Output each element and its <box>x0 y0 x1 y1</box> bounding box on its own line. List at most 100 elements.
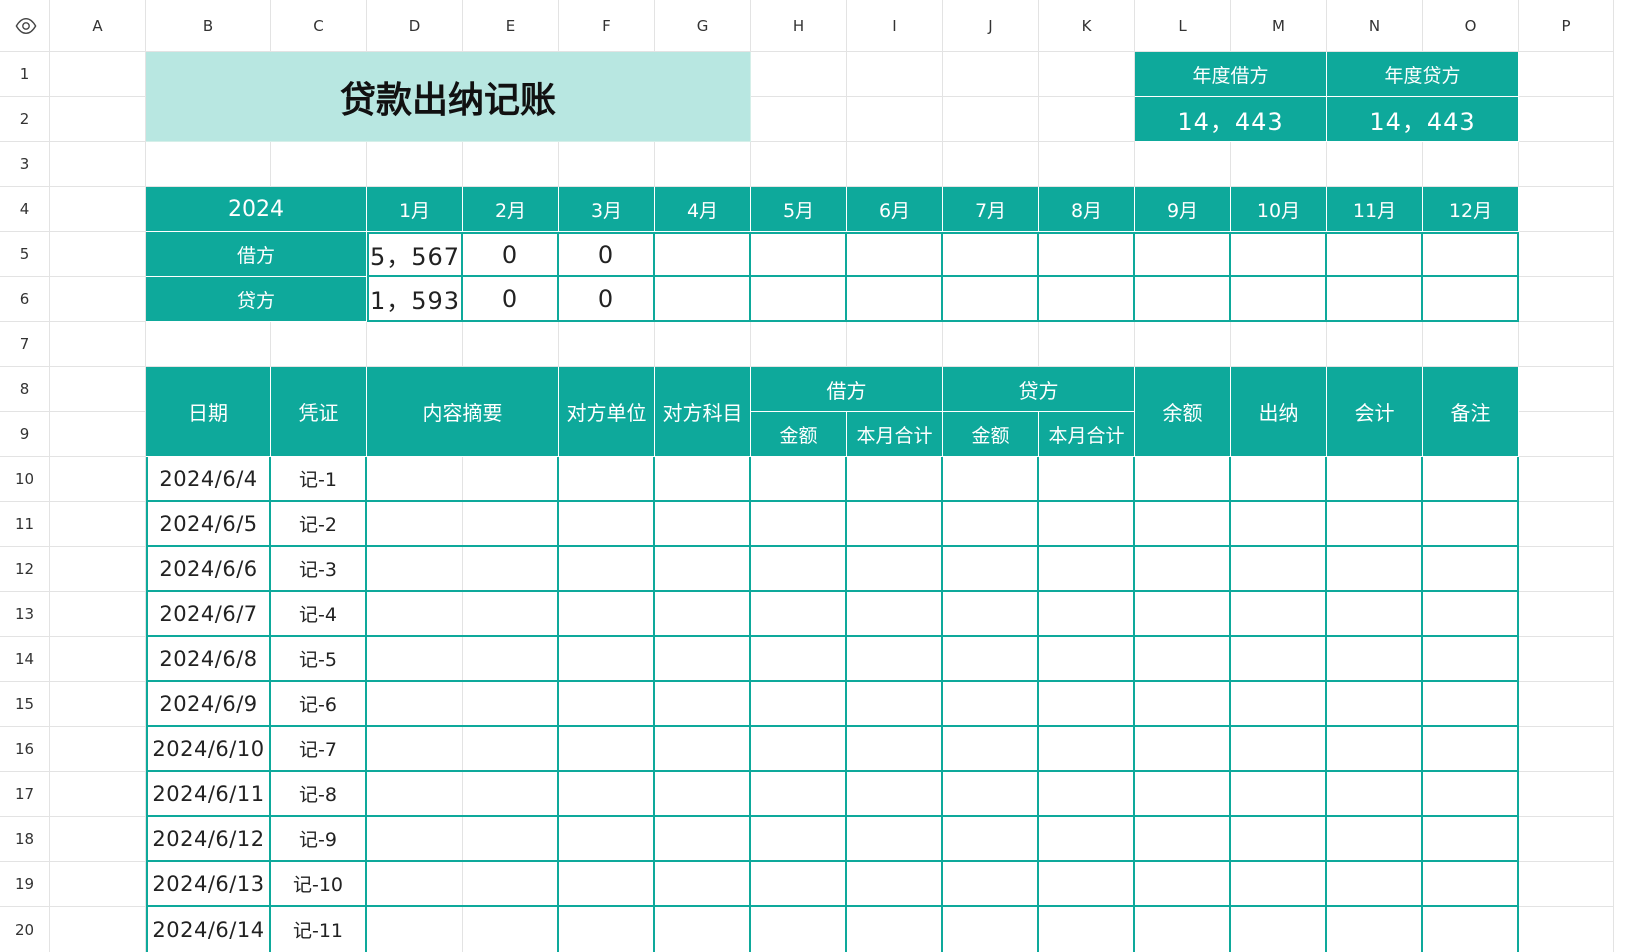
ledger-row-g-4[interactable] <box>655 592 751 637</box>
ledger-row-l-2[interactable] <box>1135 502 1231 547</box>
ledger-row-summary-7[interactable] <box>367 727 559 772</box>
ledger-credit-header[interactable]: 贷方 <box>943 367 1135 412</box>
cell-a17[interactable] <box>50 772 146 817</box>
ledger-row-o-10[interactable] <box>1423 862 1519 907</box>
monthly-credit-6[interactable] <box>847 277 943 322</box>
month-header-2[interactable]: 2月 <box>463 187 559 232</box>
ledger-row-date-1[interactable]: 2024/6/4 <box>146 457 271 502</box>
cell-j2[interactable] <box>943 97 1039 142</box>
cell-p14[interactable] <box>1519 637 1614 682</box>
annual-debit-value[interactable]: 14，443 <box>1135 97 1327 142</box>
cell-a11[interactable] <box>50 502 146 547</box>
ledger-row-h-4[interactable] <box>751 592 847 637</box>
cell-a12[interactable] <box>50 547 146 592</box>
monthly-debit-12[interactable] <box>1423 232 1519 277</box>
cell-o3[interactable] <box>1423 142 1519 187</box>
monthly-credit-4[interactable] <box>655 277 751 322</box>
monthly-credit-12[interactable] <box>1423 277 1519 322</box>
column-header-h[interactable]: H <box>751 0 847 52</box>
cell-n3[interactable] <box>1327 142 1423 187</box>
cell-p16[interactable] <box>1519 727 1614 772</box>
column-header-l[interactable]: L <box>1135 0 1231 52</box>
ledger-credit-amount-header[interactable]: 金额 <box>943 412 1039 457</box>
cell-e3[interactable] <box>463 142 559 187</box>
cell-p12[interactable] <box>1519 547 1614 592</box>
ledger-notes-header[interactable]: 备注 <box>1423 367 1519 457</box>
month-header-11[interactable]: 11月 <box>1327 187 1423 232</box>
monthly-credit-9[interactable] <box>1135 277 1231 322</box>
cell-a20[interactable] <box>50 907 146 952</box>
column-header-k[interactable]: K <box>1039 0 1135 52</box>
row-header-15[interactable]: 15 <box>0 682 50 727</box>
cell-j7[interactable] <box>943 322 1039 367</box>
cell-c7[interactable] <box>271 322 367 367</box>
ledger-row-voucher-8[interactable]: 记-8 <box>271 772 367 817</box>
cell-d3[interactable] <box>367 142 463 187</box>
ledger-row-i-10[interactable] <box>847 862 943 907</box>
cell-p3[interactable] <box>1519 142 1614 187</box>
ledger-row-g-8[interactable] <box>655 772 751 817</box>
ledger-row-k-3[interactable] <box>1039 547 1135 592</box>
cell-a13[interactable] <box>50 592 146 637</box>
monthly-credit-8[interactable] <box>1039 277 1135 322</box>
cell-k3[interactable] <box>1039 142 1135 187</box>
row-header-5[interactable]: 5 <box>0 232 50 277</box>
ledger-row-n-2[interactable] <box>1327 502 1423 547</box>
cell-g7[interactable] <box>655 322 751 367</box>
ledger-row-o-5[interactable] <box>1423 637 1519 682</box>
ledger-summary-header[interactable]: 内容摘要 <box>367 367 559 457</box>
cell-a19[interactable] <box>50 862 146 907</box>
monthly-debit-10[interactable] <box>1231 232 1327 277</box>
row-header-20[interactable]: 20 <box>0 907 50 952</box>
ledger-voucher-header[interactable]: 凭证 <box>271 367 367 457</box>
select-all-corner[interactable] <box>0 0 50 52</box>
ledger-row-voucher-3[interactable]: 记-3 <box>271 547 367 592</box>
cell-c3[interactable] <box>271 142 367 187</box>
cell-l7[interactable] <box>1135 322 1231 367</box>
annual-credit-label[interactable]: 年度贷方 <box>1327 52 1519 97</box>
annual-credit-value[interactable]: 14，443 <box>1327 97 1519 142</box>
ledger-row-h-10[interactable] <box>751 862 847 907</box>
ledger-row-g-7[interactable] <box>655 727 751 772</box>
cell-m3[interactable] <box>1231 142 1327 187</box>
cell-i1[interactable] <box>847 52 943 97</box>
cell-p1[interactable] <box>1519 52 1614 97</box>
monthly-debit-label[interactable]: 借方 <box>146 232 367 277</box>
ledger-row-h-11[interactable] <box>751 907 847 952</box>
ledger-row-n-10[interactable] <box>1327 862 1423 907</box>
cell-a6[interactable] <box>50 277 146 322</box>
ledger-debit-header[interactable]: 借方 <box>751 367 943 412</box>
ledger-row-i-4[interactable] <box>847 592 943 637</box>
ledger-row-j-8[interactable] <box>943 772 1039 817</box>
cell-p10[interactable] <box>1519 457 1614 502</box>
ledger-row-f-2[interactable] <box>559 502 655 547</box>
ledger-row-n-8[interactable] <box>1327 772 1423 817</box>
ledger-row-k-4[interactable] <box>1039 592 1135 637</box>
ledger-row-summary-1[interactable] <box>367 457 559 502</box>
ledger-row-o-6[interactable] <box>1423 682 1519 727</box>
ledger-row-f-7[interactable] <box>559 727 655 772</box>
month-header-3[interactable]: 3月 <box>559 187 655 232</box>
ledger-row-o-3[interactable] <box>1423 547 1519 592</box>
ledger-row-m-4[interactable] <box>1231 592 1327 637</box>
cell-p18[interactable] <box>1519 817 1614 862</box>
row-header-1[interactable]: 1 <box>0 52 50 97</box>
column-header-m[interactable]: M <box>1231 0 1327 52</box>
ledger-row-k-10[interactable] <box>1039 862 1135 907</box>
column-header-f[interactable]: F <box>559 0 655 52</box>
ledger-row-voucher-10[interactable]: 记-10 <box>271 862 367 907</box>
cell-f7[interactable] <box>559 322 655 367</box>
ledger-row-o-4[interactable] <box>1423 592 1519 637</box>
ledger-row-n-5[interactable] <box>1327 637 1423 682</box>
ledger-row-m-2[interactable] <box>1231 502 1327 547</box>
row-header-13[interactable]: 13 <box>0 592 50 637</box>
eye-icon[interactable] <box>15 17 37 35</box>
row-header-12[interactable]: 12 <box>0 547 50 592</box>
cell-p19[interactable] <box>1519 862 1614 907</box>
ledger-row-summary-6[interactable] <box>367 682 559 727</box>
cell-p17[interactable] <box>1519 772 1614 817</box>
annual-debit-label[interactable]: 年度借方 <box>1135 52 1327 97</box>
monthly-debit-7[interactable] <box>943 232 1039 277</box>
ledger-row-date-8[interactable]: 2024/6/11 <box>146 772 271 817</box>
cell-a4[interactable] <box>50 187 146 232</box>
